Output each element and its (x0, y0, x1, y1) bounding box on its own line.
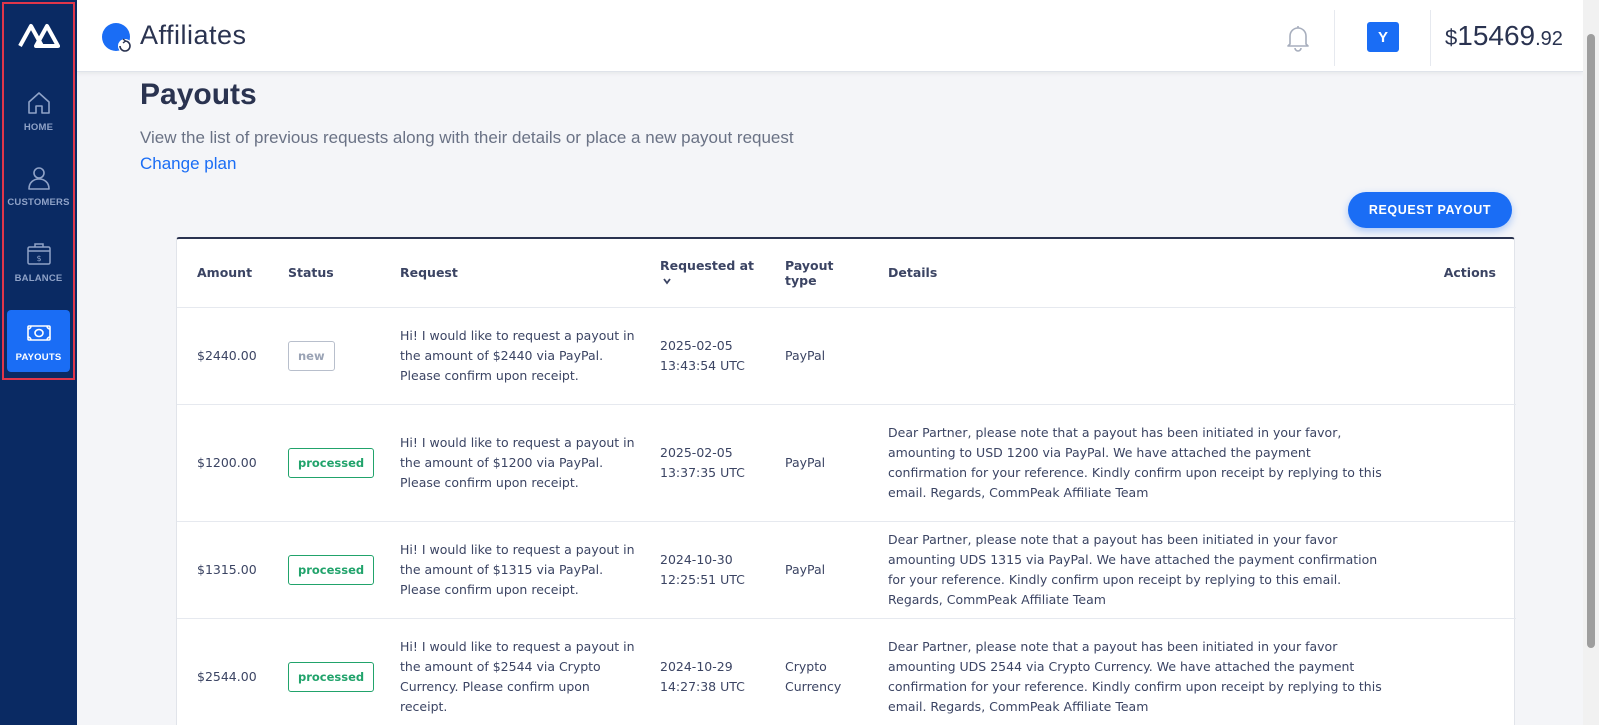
cell-amount: $2544.00 (177, 618, 268, 725)
balance-currency: $ (1445, 25, 1458, 50)
bell-icon[interactable] (1285, 24, 1311, 52)
table-row: $1315.00 processed Hi! I would like to r… (177, 521, 1516, 619)
cell-amount: $1315.00 (177, 521, 268, 619)
sidebar-item-home[interactable]: HOME (7, 80, 70, 142)
sidebar-item-label: CUSTOMERS (7, 196, 70, 208)
sidebar-item-payouts[interactable]: PAYOUTS (7, 310, 70, 372)
sidebar-item-label: BALANCE (14, 272, 63, 284)
cell-status: new (268, 307, 380, 405)
cell-date: 2024-10-30 (660, 551, 733, 567)
cell-requested-at: 2024-10-30 12:25:51 UTC (640, 521, 765, 619)
cell-request: Hi! I would like to request a payout in … (380, 307, 640, 405)
table-row: $2544.00 processed Hi! I would like to r… (177, 618, 1516, 725)
user-icon (27, 166, 50, 190)
cell-payout-type: PayPal (765, 521, 868, 619)
change-plan-link[interactable]: Change plan (140, 154, 236, 174)
status-badge: processed (288, 554, 375, 585)
balance-display: $15469.92 (1445, 20, 1563, 52)
cell-details: Dear Partner, please note that a payout … (868, 404, 1386, 522)
cell-status: processed (268, 618, 380, 725)
balance-integer: 15469 (1457, 20, 1536, 51)
sidebar: HOME CUSTOMERS $ BALANCE PAYOUTS (0, 0, 77, 725)
cell-actions (1386, 404, 1516, 522)
cell-payout-type: Crypto Currency (765, 618, 868, 725)
table-header-row: Amount Status Request Requested at Payou… (177, 239, 1516, 308)
cell-time: 12:25:51 UTC (660, 571, 745, 587)
page-scrollbar[interactable] (1583, 0, 1599, 725)
status-badge: processed (288, 661, 375, 692)
cash-icon (26, 324, 51, 341)
cell-actions (1386, 521, 1516, 619)
cell-actions (1386, 307, 1516, 405)
home-icon (27, 91, 50, 114)
cell-date: 2025-02-05 (660, 337, 733, 353)
cell-payout-type: PayPal (765, 404, 868, 522)
col-header-payout-type: Payout type (765, 239, 868, 308)
status-badge: processed (288, 447, 375, 478)
col-header-actions: Actions (1386, 239, 1516, 308)
cell-details (868, 307, 1386, 405)
scroll-thumb[interactable] (1587, 34, 1595, 648)
cell-requested-at: 2025-02-05 13:43:54 UTC (640, 307, 765, 405)
chevron-down-icon[interactable] (662, 276, 672, 286)
logo-icon[interactable] (18, 18, 60, 50)
sidebar-item-balance[interactable]: $ BALANCE (7, 231, 70, 293)
col-header-details: Details (868, 239, 1386, 308)
cell-request: Hi! I would like to request a payout in … (380, 618, 640, 725)
col-header-label: Payout (785, 257, 834, 273)
col-header-label: Requested at (660, 257, 755, 273)
svg-text:$: $ (36, 254, 41, 263)
table-row: $1200.00 processed Hi! I would like to r… (177, 404, 1516, 522)
cell-time: 13:43:54 UTC (660, 357, 745, 373)
col-header-status: Status (268, 239, 380, 308)
cell-amount: $2440.00 (177, 307, 268, 405)
cell-date: 2025-02-05 (660, 444, 733, 460)
sidebar-item-label: HOME (23, 121, 54, 133)
cell-date: 2024-10-29 (660, 658, 733, 674)
col-header-amount: Amount (177, 239, 268, 308)
cell-requested-at: 2024-10-29 14:27:38 UTC (640, 618, 765, 725)
avatar[interactable]: Y (1367, 22, 1399, 52)
cell-request: Hi! I would like to request a payout in … (380, 404, 640, 522)
cell-actions (1386, 618, 1516, 725)
header-divider (1334, 10, 1335, 66)
header-divider (1430, 10, 1431, 66)
status-badge: new (288, 340, 335, 371)
cell-details: Dear Partner, please note that a payout … (868, 521, 1386, 619)
payouts-table: Amount Status Request Requested at Payou… (176, 237, 1516, 725)
cell-time: 14:27:38 UTC (660, 678, 745, 694)
page-subtitle: View the list of previous requests along… (140, 128, 794, 147)
cell-details: Dear Partner, please note that a payout … (868, 618, 1386, 725)
table-row: $2440.00 new Hi! I would like to request… (177, 307, 1516, 405)
app-title: Affiliates (140, 20, 247, 50)
top-header: Affiliates Y $15469.92 (77, 0, 1583, 72)
col-header-requested-at[interactable]: Requested at (640, 239, 765, 308)
cell-time: 13:37:35 UTC (660, 464, 745, 480)
request-payout-button[interactable]: REQUEST PAYOUT (1348, 192, 1512, 228)
col-header-label: type (785, 272, 817, 288)
cell-payout-type: PayPal (765, 307, 868, 405)
sidebar-item-label: PAYOUTS (15, 351, 62, 363)
page-title: Payouts (140, 78, 257, 111)
sidebar-item-customers[interactable]: CUSTOMERS (7, 155, 70, 217)
wallet-icon: $ (26, 242, 51, 265)
col-header-request: Request (380, 239, 640, 308)
cell-request: Hi! I would like to request a payout in … (380, 521, 640, 619)
balance-decimal: .92 (1535, 28, 1563, 50)
cell-requested-at: 2025-02-05 13:37:35 UTC (640, 404, 765, 522)
cell-amount: $1200.00 (177, 404, 268, 522)
cell-status: processed (268, 404, 380, 522)
cell-status: processed (268, 521, 380, 619)
brand-icon (102, 23, 132, 53)
